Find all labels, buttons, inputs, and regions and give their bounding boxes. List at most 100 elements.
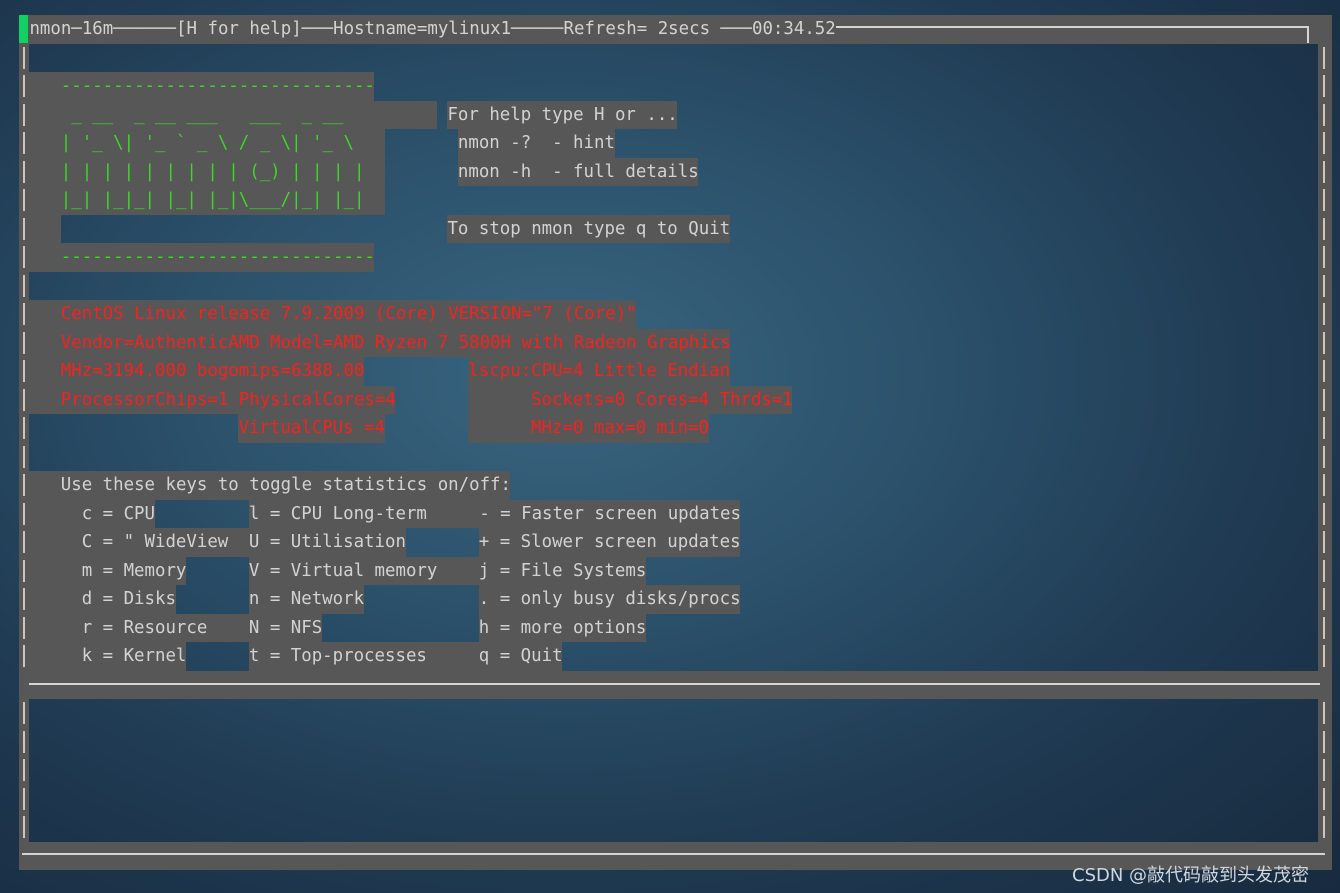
help-line: For help type H or ... [447, 100, 678, 129]
left-border [19, 129, 29, 158]
key-memory[interactable]: m = Memory [29, 556, 186, 585]
key-resource[interactable]: r = Resource [29, 613, 249, 642]
left-border [19, 499, 29, 528]
key-cpu-long-term-and-faster[interactable]: l = CPU Long-term - = Faster screen upda… [248, 499, 741, 528]
left-border [19, 43, 29, 72]
left-border [19, 271, 29, 300]
right-border [1318, 271, 1332, 300]
key-network[interactable]: n = Network [248, 585, 364, 614]
left-border [19, 442, 29, 471]
right-border [1318, 499, 1332, 528]
left-border [19, 756, 29, 785]
right-border [1318, 385, 1332, 414]
banner-pad [29, 214, 61, 243]
right-border [1318, 243, 1332, 272]
left-border [19, 357, 29, 386]
right-border [1318, 129, 1332, 158]
left-border [19, 471, 29, 500]
help-hint-line: nmon -? - hint [457, 129, 615, 158]
help-stop-line: To stop nmon type q to Quit [447, 214, 730, 243]
right-border [1318, 756, 1332, 785]
key-top-processes[interactable]: t = Top-processes [248, 642, 479, 671]
lscpu-info: lscpu:CPU=4 Little Endian [468, 357, 730, 386]
left-border [19, 214, 29, 243]
key-nfs[interactable]: N = NFS [248, 613, 322, 642]
cpu-vendor: Vendor=AuthenticAMD Model=AMD Ryzen 7 58… [29, 328, 731, 357]
key-virtual-memory[interactable]: V = Virtual memory [248, 556, 479, 585]
left-border [19, 328, 29, 357]
bottom-border-line [22, 853, 1325, 855]
key-kernel[interactable]: k = Kernel [29, 642, 186, 671]
app-name: nmon [29, 19, 72, 39]
left-border [19, 784, 29, 813]
right-border [1318, 328, 1332, 357]
title-border-line [836, 26, 1309, 28]
help-full-line: nmon -h - full details [457, 157, 699, 186]
banner-art-line: | | | | | | | | | (_) | | | | [29, 157, 385, 186]
left-border [19, 727, 29, 756]
watermark: CSDN @敲代码敲到头发茂密 [1072, 865, 1310, 886]
banner-art-line: | '_ \| '_ ` _ \ / _ \| '_ \ [29, 129, 385, 158]
right-border [1318, 442, 1332, 471]
separator-line [29, 683, 1320, 685]
help-hint: [H for help] [176, 19, 302, 39]
app-version: 16m [81, 19, 114, 39]
key-wideview[interactable]: C = " WideView [29, 528, 249, 557]
key-cpu[interactable]: c = CPU [29, 499, 155, 528]
right-border [1318, 727, 1332, 756]
left-border [19, 699, 29, 728]
left-border [19, 186, 29, 215]
hostname: Hostname=mylinux1 [333, 19, 512, 39]
elapsed-time: 00:34.52 [751, 19, 836, 39]
right-border [1318, 585, 1332, 614]
left-border [19, 813, 29, 842]
right-border [1318, 699, 1332, 728]
left-border [19, 300, 29, 329]
right-border [1318, 471, 1332, 500]
left-border [19, 585, 29, 614]
right-border [1318, 414, 1332, 443]
right-border [1318, 556, 1332, 585]
keys-heading: Use these keys to toggle statistics on/o… [29, 471, 511, 500]
left-border [19, 243, 29, 272]
refresh-interval: Refresh= 2secs [563, 19, 721, 39]
left-border [19, 556, 29, 585]
right-border [1318, 613, 1332, 642]
banner-art-line: _ __ _ __ ___ ___ _ __ [29, 100, 437, 129]
right-border [1318, 72, 1332, 101]
right-border [1318, 157, 1332, 186]
terminal-cursor [19, 15, 28, 43]
right-border [1318, 528, 1332, 557]
left-border [19, 642, 29, 671]
left-border [19, 157, 29, 186]
key-file-systems[interactable]: j = File Systems [478, 556, 646, 585]
virtual-cpus: VirtualCPUs =4 [238, 414, 385, 443]
right-border [1318, 100, 1332, 129]
os-release: CentOS Linux release 7.9.2009 (Core) VER… [29, 300, 637, 329]
key-utilisation[interactable]: U = Utilisation [248, 528, 406, 557]
key-disks[interactable]: d = Disks [29, 585, 176, 614]
banner-dash-top: ------------------------------ [29, 72, 375, 101]
right-border [1318, 214, 1332, 243]
mhz-range: MHz=0 max=0 min=0 [468, 414, 709, 443]
key-busy-only[interactable]: . = only busy disks/procs [478, 585, 741, 614]
key-quit[interactable]: q = Quit [478, 642, 563, 671]
nmon-terminal[interactable]: nmon─16m──────[H for help]───Hostname=my… [0, 0, 1340, 893]
right-border [1318, 300, 1332, 329]
left-border [19, 72, 29, 101]
banner-dash-bottom: ------------------------------ [29, 243, 375, 272]
left-border [19, 100, 29, 129]
left-border [19, 385, 29, 414]
title-app: nmon─16m──────[H for help]───Hostname=my… [29, 19, 836, 39]
key-more-options[interactable]: h = more options [478, 613, 646, 642]
right-border [1318, 186, 1332, 215]
processor-chips: ProcessorChips=1 PhysicalCores=4 [29, 385, 396, 414]
title-border-corner [1307, 26, 1309, 43]
cpu-mhz: MHz=3194.000 bogomips=6388.00 [29, 357, 364, 386]
key-slower-updates[interactable]: + = Slower screen updates [478, 528, 741, 557]
banner-art-line: |_| |_|_| |_| |_|\___/|_| |_| [29, 186, 385, 215]
left-border [19, 528, 29, 557]
right-border [1318, 357, 1332, 386]
left-border [19, 414, 29, 443]
right-border [1318, 813, 1332, 842]
